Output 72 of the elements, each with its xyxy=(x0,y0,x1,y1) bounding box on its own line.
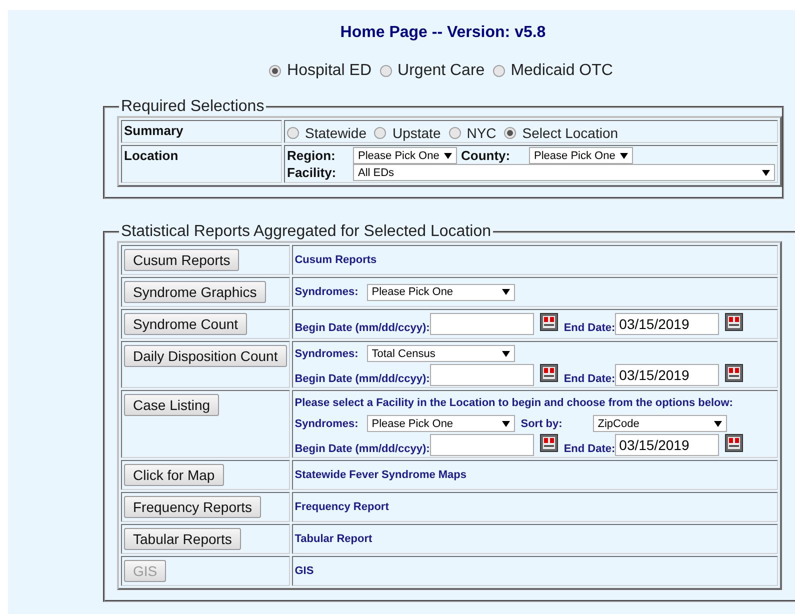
dropdown[interactable]: Total Census xyxy=(366,345,515,362)
radio-button[interactable] xyxy=(374,127,386,139)
radio-label: Hospital ED xyxy=(287,62,372,80)
calendar-icon[interactable] xyxy=(540,364,558,382)
dropdown[interactable]: Please Pick One xyxy=(353,147,457,164)
report-button[interactable]: Syndrome Graphics xyxy=(124,281,266,303)
field-label: Sort by: xyxy=(520,418,564,430)
field-label: Begin Date (mm/dd/ccyy): xyxy=(294,443,430,455)
report-button[interactable]: Syndrome Count xyxy=(124,313,248,335)
calendar-icon[interactable] xyxy=(725,434,744,452)
page-title: Home Page -- Version: v5.8 xyxy=(340,24,546,42)
report-button[interactable]: Cusum Reports xyxy=(124,249,240,271)
field-label: Begin Date (mm/dd/ccyy): xyxy=(294,322,430,334)
calendar-icon[interactable] xyxy=(540,434,558,452)
radio-button[interactable] xyxy=(287,127,299,139)
section-legend: Statistical Reports Aggregated for Selected Location xyxy=(119,223,493,241)
radio-button[interactable] xyxy=(380,65,392,77)
dropdown[interactable]: All EDs xyxy=(353,164,775,181)
description-text: Statewide Fever Syndrome Maps xyxy=(294,469,467,481)
dropdown[interactable]: ZipCode xyxy=(592,415,727,432)
calendar-icon[interactable] xyxy=(725,313,744,331)
field-label: Syndromes: xyxy=(294,286,360,298)
section-legend: Required Selections xyxy=(119,98,266,116)
caret-icon xyxy=(502,289,510,295)
dropdown[interactable]: Please Pick One xyxy=(529,147,633,164)
radio-button[interactable] xyxy=(269,65,282,77)
radio-button[interactable] xyxy=(492,65,505,77)
radio-button[interactable] xyxy=(504,127,516,139)
report-button[interactable]: Tabular Reports xyxy=(124,528,241,550)
field-label: End Date: xyxy=(564,373,616,385)
date-field[interactable] xyxy=(430,313,534,335)
radio-label: NYC xyxy=(466,125,496,141)
report-button[interactable]: Click for Map xyxy=(124,464,224,486)
field-label: Facility: xyxy=(287,165,338,180)
report-button[interactable]: Case Listing xyxy=(124,394,220,416)
radio-button[interactable] xyxy=(448,127,461,139)
description-text: Cusum Reports xyxy=(294,254,377,266)
field-label: Region: xyxy=(287,148,336,163)
field-label: Syndromes: xyxy=(294,418,360,430)
calendar-icon[interactable] xyxy=(540,313,558,331)
date-field[interactable]: 03/15/2019 xyxy=(615,313,720,335)
date-field[interactable] xyxy=(430,364,534,386)
dropdown[interactable]: Please Pick One xyxy=(366,415,515,432)
field-label: Syndromes: xyxy=(294,348,360,360)
description-text: Tabular Report xyxy=(294,533,372,545)
field-label: County: xyxy=(461,148,512,163)
date-field[interactable]: 03/15/2019 xyxy=(615,434,720,456)
description-text: GIS xyxy=(294,565,314,577)
report-button[interactable]: Daily Disposition Count xyxy=(124,345,287,367)
date-field[interactable]: 03/15/2019 xyxy=(615,364,720,386)
caret-icon xyxy=(502,350,510,356)
row-heading: Summary xyxy=(124,123,184,138)
caret-icon xyxy=(620,152,628,158)
caret-icon xyxy=(444,152,452,158)
field-label: End Date: xyxy=(564,443,616,455)
caret-icon xyxy=(502,420,510,426)
radio-label: Medicaid OTC xyxy=(510,62,613,80)
report-button[interactable]: Frequency Reports xyxy=(124,496,262,518)
field-label: Begin Date (mm/dd/ccyy): xyxy=(294,373,430,385)
caret-icon xyxy=(762,170,770,176)
description-text: Frequency Report xyxy=(294,501,389,513)
field-label: End Date: xyxy=(564,322,616,334)
caret-icon xyxy=(714,420,722,426)
row-heading: Location xyxy=(124,148,178,163)
description-text: Please select a Facility in the Location to begin and choose from the options below: xyxy=(294,396,733,408)
radio-label: Upstate xyxy=(392,125,441,141)
radio-label: Statewide xyxy=(305,125,366,141)
radio-label: Select Location xyxy=(522,125,618,141)
calendar-icon[interactable] xyxy=(725,364,744,382)
dropdown[interactable]: Please Pick One xyxy=(366,284,515,300)
date-field[interactable] xyxy=(430,434,534,456)
radio-label: Urgent Care xyxy=(398,62,485,80)
